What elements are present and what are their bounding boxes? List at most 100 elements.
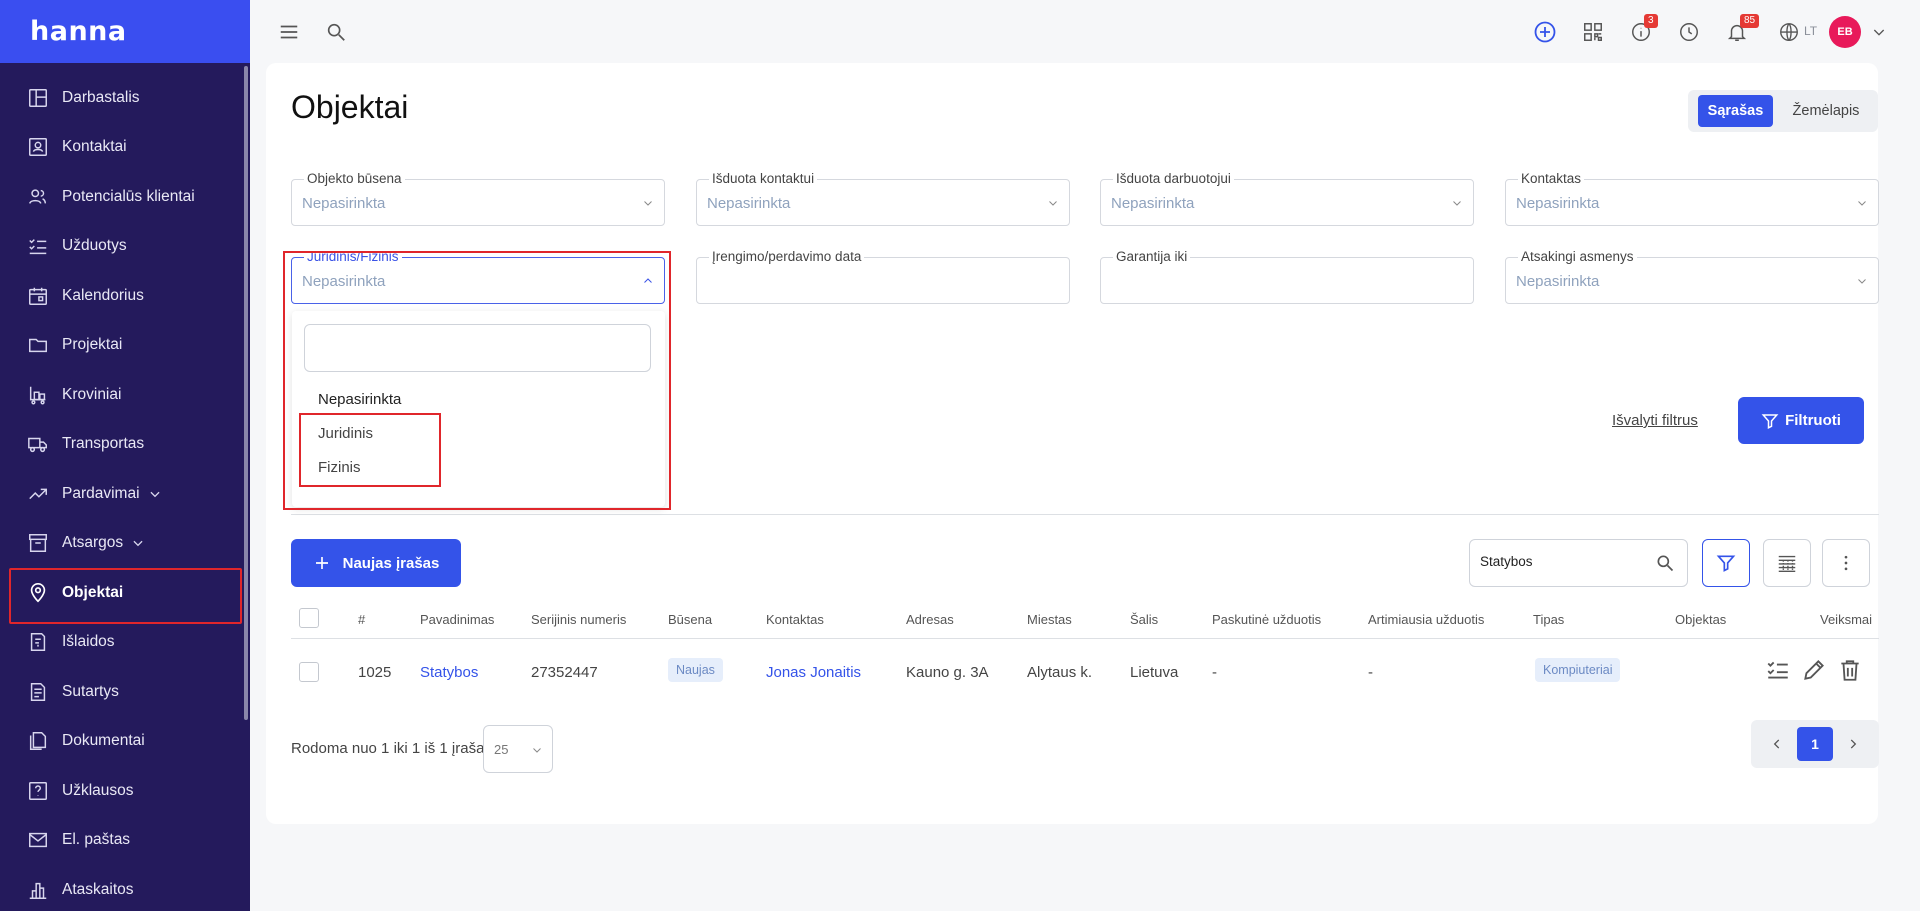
sidebar-item-label: Sutartys xyxy=(62,682,119,700)
object-status-select[interactable]: Objekto būsena Nepasirinkta xyxy=(291,171,665,226)
sidebar-item-kalendorius[interactable]: Kalendorius xyxy=(0,271,250,321)
sidebar-item-islaidos[interactable]: Išlaidos xyxy=(0,618,250,668)
sidebar-item-uzduotys[interactable]: Užduotys xyxy=(0,222,250,272)
qr-code-button[interactable] xyxy=(1580,19,1606,45)
sidebar-item-uzklausos[interactable]: Užklausos xyxy=(0,766,250,816)
filter-button[interactable]: Filtruoti xyxy=(1738,397,1864,444)
row-contact-link[interactable]: Jonas Jonaitis xyxy=(766,664,861,681)
column-header-serial[interactable]: Serijinis numeris xyxy=(531,612,626,627)
sidebar-item-kroviniai[interactable]: Kroviniai xyxy=(0,370,250,420)
user-menu-button[interactable] xyxy=(1866,19,1892,45)
search-icon[interactable] xyxy=(1655,553,1675,573)
page-1-button[interactable]: 1 xyxy=(1797,727,1833,761)
column-header-address[interactable]: Adresas xyxy=(906,612,954,627)
column-header-next-task[interactable]: Artimiausia užduotis xyxy=(1368,612,1484,627)
info-button[interactable]: 3 xyxy=(1628,14,1658,45)
sidebar-item-ataskaitos[interactable]: Ataskaitos xyxy=(0,865,250,911)
column-header-id[interactable]: # xyxy=(358,612,365,627)
sidebar-item-label: Dokumentai xyxy=(62,732,145,750)
sidebar-item-el-pastas[interactable]: El. paštas xyxy=(0,816,250,866)
column-header-type[interactable]: Tipas xyxy=(1533,612,1564,627)
page-size-select[interactable]: 25 xyxy=(483,725,553,773)
field-label: Juridinis/Fizinis xyxy=(304,249,402,265)
search-icon xyxy=(327,23,345,41)
column-header-last-task[interactable]: Paskutinė užduotis xyxy=(1212,612,1321,627)
columns-settings-button[interactable] xyxy=(1763,539,1811,587)
prev-page-button[interactable] xyxy=(1761,727,1793,761)
time-tracking-button[interactable] xyxy=(1676,19,1702,45)
language-button[interactable] xyxy=(1776,19,1802,45)
sidebar-item-sutartys[interactable]: Sutartys xyxy=(0,667,250,717)
issued-to-employee-select[interactable]: Išduota darbuotojui Nepasirinkta xyxy=(1100,171,1474,226)
dropdown-search-input[interactable] xyxy=(304,324,651,372)
sidebar-item-atsargos[interactable]: Atsargos xyxy=(0,519,250,569)
column-header-city[interactable]: Miestas xyxy=(1027,612,1072,627)
global-search-button[interactable] xyxy=(323,19,349,45)
user-avatar[interactable]: EB xyxy=(1829,16,1861,48)
view-toggle: Sąrašas Žemėlapis xyxy=(1688,90,1878,132)
chevron-down-icon[interactable] xyxy=(148,487,162,501)
column-header-name[interactable]: Pavadinimas xyxy=(420,612,494,627)
sidebar-item-darbastalis[interactable]: Darbastalis xyxy=(0,73,250,123)
dropdown-option-nepasirinkta[interactable]: Nepasirinkta xyxy=(318,391,401,408)
sidebar-item-projektai[interactable]: Projektai xyxy=(0,321,250,371)
more-options-button[interactable] xyxy=(1822,539,1870,587)
app-logo[interactable]: hanna xyxy=(30,16,127,47)
table-columns-icon xyxy=(1778,555,1796,572)
map-view-tab[interactable]: Žemėlapis xyxy=(1780,95,1872,127)
warranty-until-field[interactable]: Garantija iki xyxy=(1100,249,1474,304)
trash-icon[interactable] xyxy=(1837,657,1863,683)
toggle-filters-button[interactable] xyxy=(1702,539,1750,587)
chevron-down-icon xyxy=(644,201,652,206)
mail-icon xyxy=(29,833,47,848)
sidebar-item-kontaktai[interactable]: Kontaktai xyxy=(0,123,250,173)
tasks-icon[interactable] xyxy=(1765,657,1791,683)
contact-select[interactable]: Kontaktas Nepasirinkta xyxy=(1505,171,1879,226)
legal-physical-select[interactable]: Juridinis/Fizinis Nepasirinkta xyxy=(291,249,665,304)
sidebar-scrollbar[interactable] xyxy=(244,66,248,720)
table-search-input[interactable] xyxy=(1480,554,1650,569)
sidebar-item-label: Atsargos xyxy=(62,534,124,552)
sidebar-item-transportas[interactable]: Transportas xyxy=(0,420,250,470)
edit-icon[interactable] xyxy=(1801,657,1827,683)
language-label[interactable]: LT xyxy=(1804,24,1817,38)
table-search[interactable] xyxy=(1469,539,1688,587)
row-checkbox[interactable] xyxy=(299,662,319,682)
notifications-button[interactable]: 85 xyxy=(1724,14,1760,45)
chevron-right-icon xyxy=(1850,739,1857,749)
install-date-field[interactable]: Įrengimo/perdavimo data xyxy=(696,249,1070,304)
quick-add-button[interactable] xyxy=(1532,19,1558,45)
sidebar-item-label: Darbastalis xyxy=(62,88,140,106)
sidebar-item-pardavimai[interactable]: Pardavimai xyxy=(0,469,250,519)
dropdown-option-juridinis[interactable]: Juridinis xyxy=(318,425,373,442)
next-page-button[interactable] xyxy=(1837,727,1869,761)
logo-bar: hanna xyxy=(0,0,250,63)
list-view-tab[interactable]: Sąrašas xyxy=(1698,95,1773,127)
clear-filters-link[interactable]: Išvalyti filtrus xyxy=(1612,412,1698,429)
dropdown-option-fizinis[interactable]: Fizinis xyxy=(318,459,361,476)
column-header-country[interactable]: Šalis xyxy=(1130,612,1158,627)
new-record-button[interactable]: Naujas įrašas xyxy=(291,539,461,587)
row-name-link[interactable]: Statybos xyxy=(420,664,478,681)
responsible-persons-select[interactable]: Atsakingi asmenys Nepasirinkta xyxy=(1505,249,1879,304)
chevron-down-icon[interactable] xyxy=(131,536,145,550)
sidebar-item-potencialus-klientai[interactable]: Potencialūs klientai xyxy=(0,172,250,222)
page-size-value: 25 xyxy=(494,742,509,757)
column-header-object[interactable]: Objektas xyxy=(1675,612,1726,627)
sidebar-item-label: El. paštas xyxy=(62,831,131,849)
select-all-checkbox[interactable] xyxy=(299,608,319,628)
sidebar-item-dokumentai[interactable]: Dokumentai xyxy=(0,717,250,767)
sidebar-item-objektai[interactable]: Objektai xyxy=(0,568,250,624)
issued-to-contact-select[interactable]: Išduota kontaktui Nepasirinkta xyxy=(696,171,1070,226)
clock-icon xyxy=(1680,23,1698,41)
menu-toggle-button[interactable] xyxy=(276,19,302,45)
trend-icon xyxy=(29,488,47,499)
row-country: Lietuva xyxy=(1130,664,1179,681)
field-label: Atsakingi asmenys xyxy=(1518,249,1637,265)
globe-icon xyxy=(1780,23,1798,41)
filter-icon xyxy=(1716,555,1736,572)
field-label: Įrengimo/perdavimo data xyxy=(709,249,865,265)
sidebar-item-label: Kroviniai xyxy=(62,385,122,403)
column-header-contact[interactable]: Kontaktas xyxy=(766,612,824,627)
column-header-status[interactable]: Būsena xyxy=(668,612,712,627)
